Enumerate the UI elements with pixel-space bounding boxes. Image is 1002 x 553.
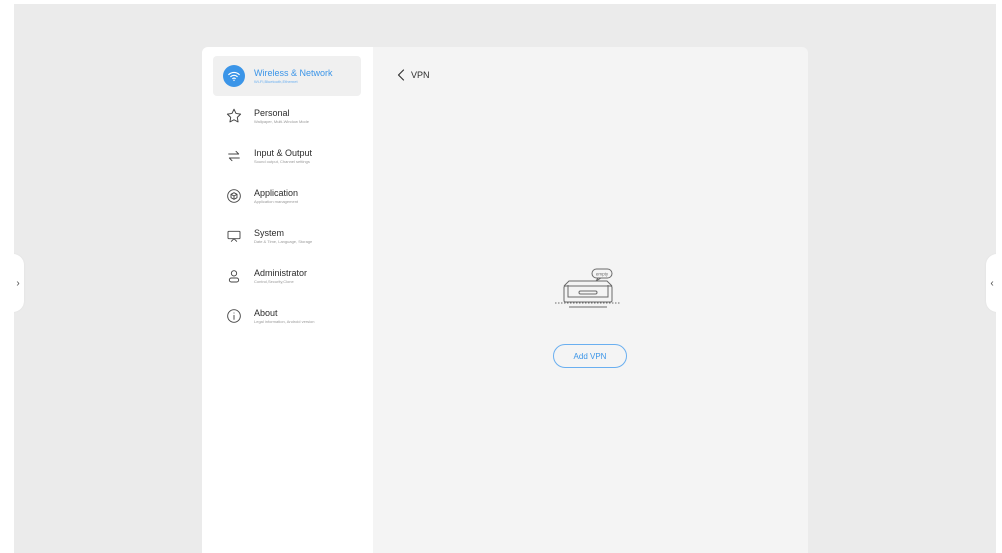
sidebar-item-title: Administrator [254,267,308,278]
empty-label: empty [596,272,609,277]
chevron-left-icon [397,69,405,81]
chevron-left-icon: ‹ [990,277,994,289]
sidebar-item-subtitle: Control,Security,Clone [254,278,294,284]
sidebar-item-personal[interactable]: Personal Wallpaper, Multi-Window Mode [213,96,361,136]
sidebar-item-subtitle: Wallpaper, Multi-Window Mode [254,118,309,124]
sidebar-item-title: Wireless & Network [254,67,333,78]
settings-panel: Wireless & Network Wi-Fi,Bluetooth,Ether… [202,47,808,553]
settings-sidebar: Wireless & Network Wi-Fi,Bluetooth,Ether… [202,47,373,553]
screen: › ‹ Wireless & Network Wi-Fi,Bluetooth,E… [14,4,996,553]
sidebar-item-subtitle: Wi-Fi,Bluetooth,Ethernet [254,78,298,84]
sidebar-item-title: About [254,307,278,318]
monitor-icon [223,225,245,247]
info-icon [223,305,245,327]
wifi-icon [223,65,245,87]
star-icon [223,105,245,127]
sidebar-item-wireless-network[interactable]: Wireless & Network Wi-Fi,Bluetooth,Ether… [213,56,361,96]
sidebar-item-about[interactable]: About Legal information, Android version [213,296,361,336]
application-icon [223,185,245,207]
swap-arrows-icon [223,145,245,167]
sidebar-item-input-output[interactable]: Input & Output Sound output, Channel set… [213,136,361,176]
empty-inbox-icon: empty [555,268,621,308]
sidebar-item-title: Input & Output [254,147,313,158]
sidebar-item-title: Personal [254,107,290,118]
add-vpn-button[interactable]: Add VPN [553,344,627,368]
page-title: VPN [411,70,430,80]
back-button[interactable]: VPN [397,69,430,81]
sidebar-item-application[interactable]: Application Application management [213,176,361,216]
left-edge-handle[interactable]: › [14,254,24,312]
sidebar-item-subtitle: Application management [254,198,299,204]
sidebar-item-subtitle: Legal information, Android version [254,318,315,324]
sidebar-item-administrator[interactable]: Administrator Control,Security,Clone [213,256,361,296]
vpn-content: VPN empty Add VPN [373,47,808,553]
sidebar-item-title: System [254,227,285,238]
sidebar-item-system[interactable]: System Date & Time, Language, Storage [213,216,361,256]
sidebar-item-subtitle: Sound output, Channel settings [254,158,310,164]
chevron-right-icon: › [16,277,20,289]
person-icon [223,265,245,287]
right-edge-handle[interactable]: ‹ [986,254,996,312]
sidebar-item-subtitle: Date & Time, Language, Storage [254,238,313,244]
sidebar-item-title: Application [254,187,299,198]
